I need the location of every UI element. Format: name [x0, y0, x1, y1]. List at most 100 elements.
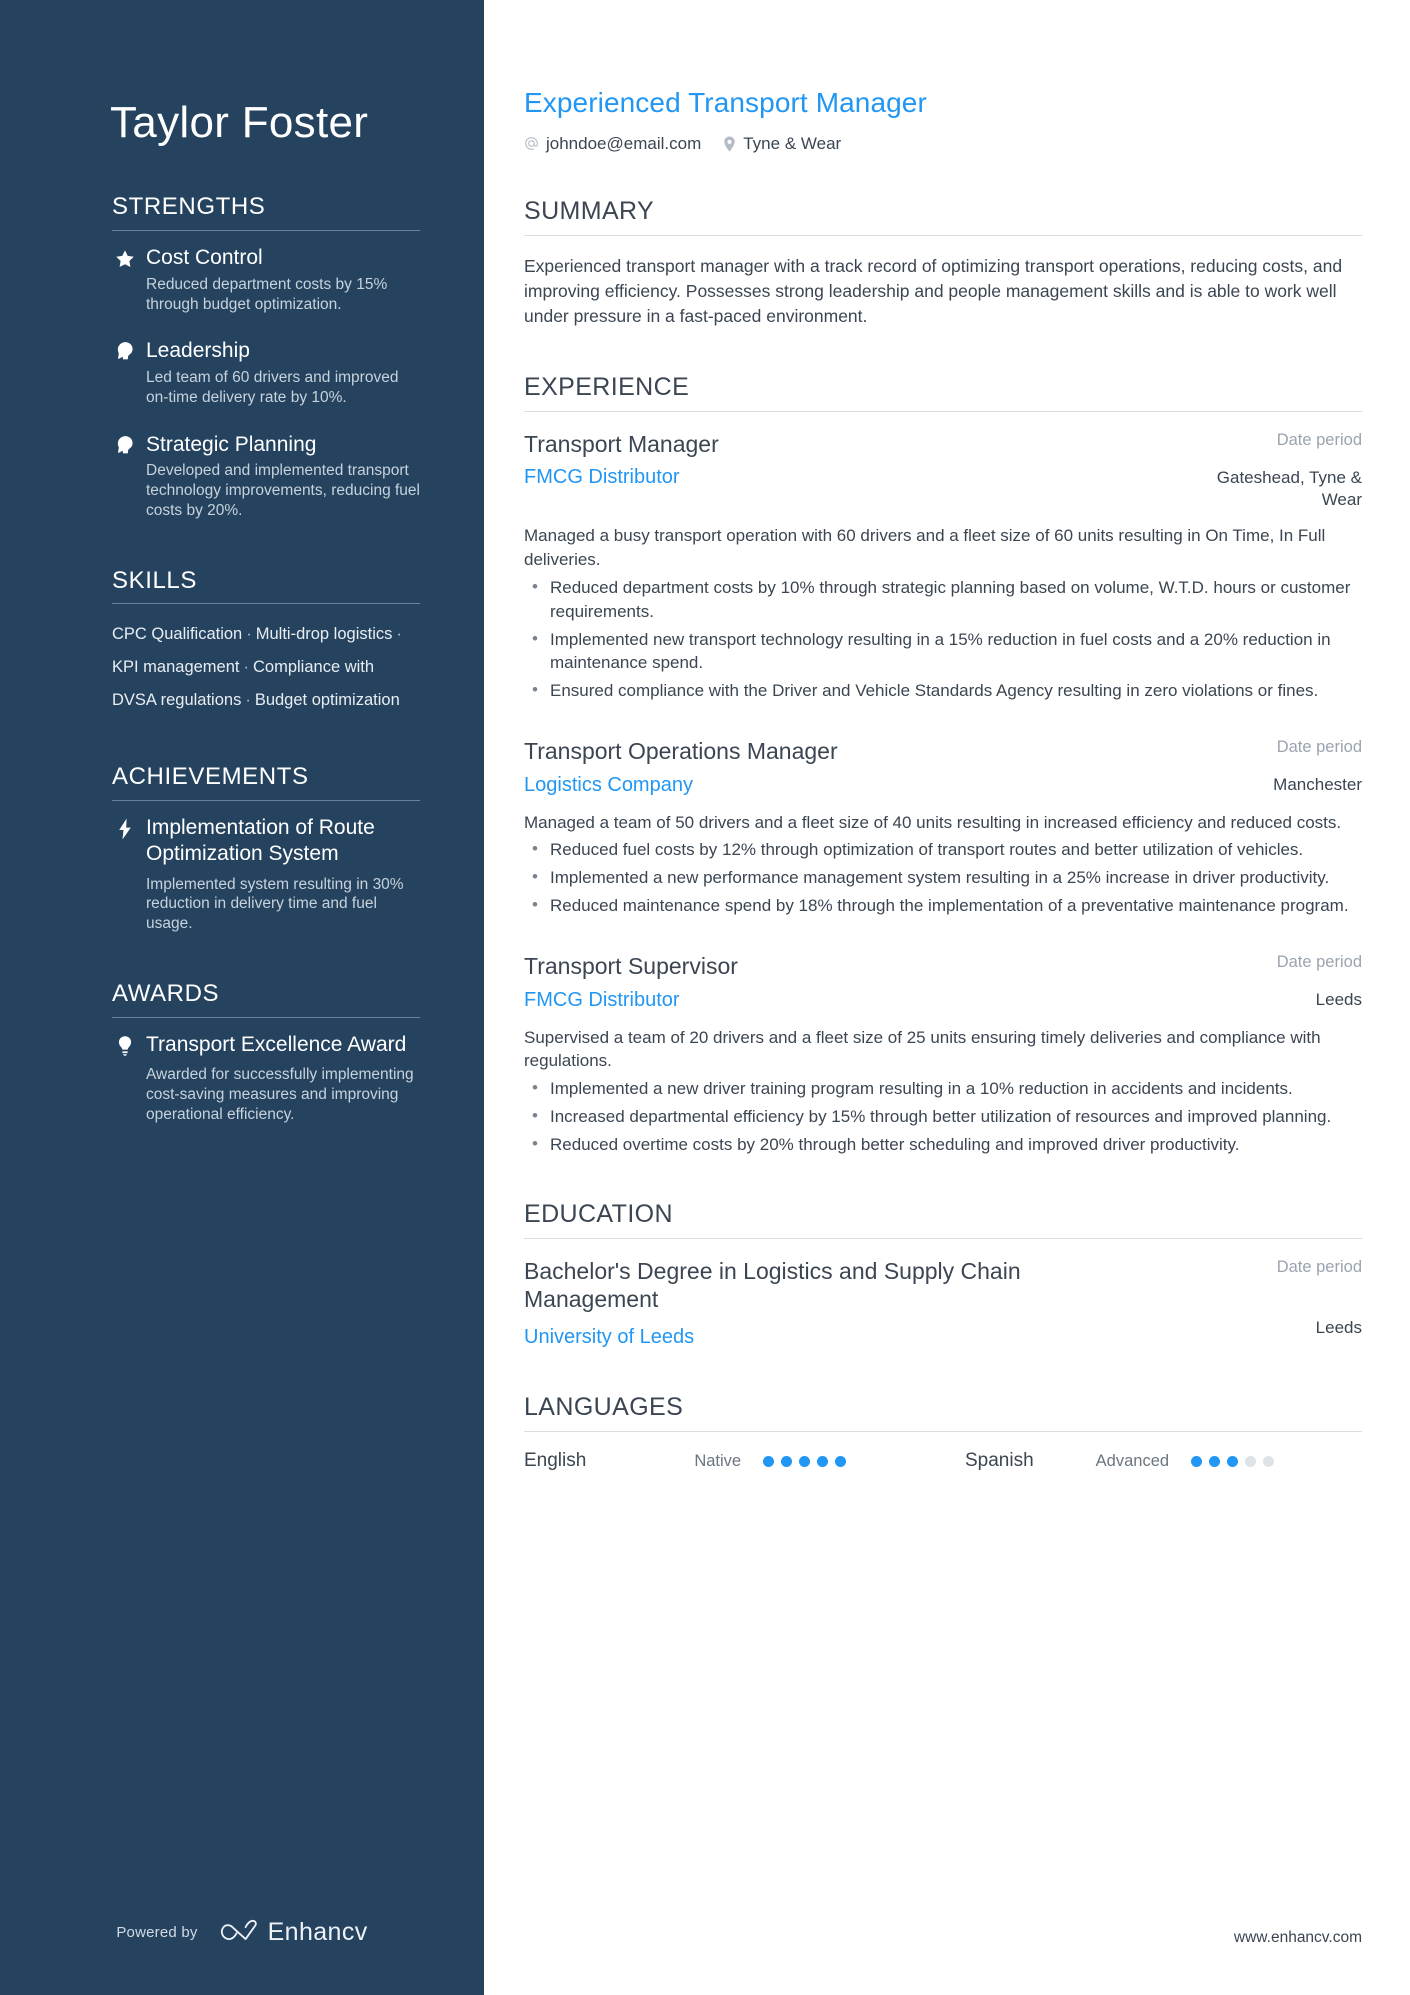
section-achievements: ACHIEVEMENTS Implementation of Route Opt… [112, 763, 420, 934]
strength-desc: Developed and implemented transport tech… [146, 462, 420, 519]
contact-location: Tyne & Wear [723, 134, 841, 154]
section-awards: AWARDS Transport Excellence Award Awarde… [112, 980, 420, 1125]
summary-heading: SUMMARY [524, 196, 655, 225]
skill-item: KPI management [112, 658, 240, 677]
enhancv-infinity-logo [216, 1918, 258, 1947]
bullet-item: Reduced department costs by 10% through … [524, 575, 1362, 624]
rating-dot [763, 1455, 775, 1467]
language-level: Advanced [1095, 1451, 1170, 1470]
divider [524, 410, 1362, 412]
achievements-heading: ACHIEVEMENTS [112, 763, 309, 791]
section-strengths: STRENGTHS Cost Control Reduced departmen… [112, 193, 420, 520]
language-item: English Native [524, 1450, 943, 1472]
bullet-item: Ensured compliance with the Driver and V… [524, 678, 1362, 703]
job-location: Gateshead, Tyne & Wear [1216, 468, 1362, 510]
school-name[interactable]: University of Leeds [524, 1324, 1084, 1350]
skill-separator: · [246, 625, 252, 644]
strength-item: Leadership Led team of 60 drivers and im… [112, 338, 420, 407]
job-company[interactable]: FMCG Distributor [524, 464, 1084, 490]
education-item: Bachelor's Degree in Logistics and Suppl… [524, 1257, 1362, 1351]
rating-dot [799, 1455, 811, 1467]
divider [112, 603, 420, 605]
section-languages: LANGUAGES English Native Spanish Advance… [524, 1392, 1362, 1472]
bullet-item: Implemented a new performance management… [524, 865, 1362, 890]
resume-page: Taylor Foster STRENGTHS Cost Control Red… [0, 0, 1410, 1995]
candidate-name: Taylor Foster [110, 98, 369, 147]
rating-dot [1191, 1455, 1203, 1467]
job-summary: Managed a busy transport operation with … [524, 526, 1326, 570]
language-level: Native [694, 1451, 742, 1470]
job-summary: Managed a team of 50 drivers and a fleet… [524, 812, 1342, 832]
language-item: Spanish Advanced [943, 1450, 1362, 1472]
skill-separator: · [396, 625, 402, 644]
divider [524, 1237, 1362, 1239]
skill-separator: · [245, 691, 251, 710]
bullet-item: Implemented a new driver training progra… [524, 1076, 1362, 1101]
job-date: Date period [1276, 952, 1362, 971]
language-name: English [524, 1450, 587, 1472]
rating-dot [1227, 1455, 1239, 1467]
rating-dot [1245, 1455, 1257, 1467]
summary-text: Experienced transport manager with a tra… [524, 255, 1343, 327]
divider [112, 1016, 420, 1018]
achievement-item: Implementation of Route Optimization Sys… [112, 815, 420, 934]
section-summary: SUMMARY Experienced transport manager wi… [524, 196, 1362, 330]
job-company[interactable]: Logistics Company [524, 772, 1084, 798]
award-item: Transport Excellence Award Awarded for s… [112, 1032, 420, 1125]
awards-heading: AWARDS [112, 979, 220, 1007]
enhancv-wordmark: Enhancv [267, 1918, 368, 1946]
divider [112, 800, 420, 802]
job-bullets: Reduced fuel costs by 12% through optimi… [524, 837, 1362, 918]
rating-dot [1209, 1455, 1221, 1467]
sidebar-footer: Powered by Enhancv [0, 1918, 484, 1947]
language-rating-dots [1191, 1455, 1275, 1467]
section-skills: SKILLS CPC Qualification · Multi-drop log… [112, 567, 420, 718]
strength-item: Cost Control Reduced department costs by… [112, 245, 420, 314]
enhancv-logo: Enhancv [216, 1918, 368, 1947]
contact-row: johndoe@email.com Tyne & Wear [524, 134, 1362, 154]
strength-desc: Reduced department costs by 15% through … [146, 275, 388, 313]
experience-item: Transport Supervisor FMCG Distributor Da… [524, 952, 1362, 1157]
skills-list: CPC Qualification · Multi-drop logistics ·… [112, 618, 420, 717]
main-content: Experienced Transport Manager johndoe@em… [484, 0, 1410, 1995]
education-heading: EDUCATION [524, 1199, 673, 1228]
rating-dot [835, 1455, 847, 1467]
skill-separator: · [243, 658, 250, 677]
skill-item: Multi-drop logistics [255, 625, 393, 644]
job-date: Date period [1276, 737, 1362, 756]
bullet-item: Increased departmental efficiency by 15%… [524, 1104, 1362, 1129]
powered-by-label: Powered by [116, 1924, 198, 1941]
contact-email[interactable]: johndoe@email.com [524, 134, 701, 154]
section-education: EDUCATION Bachelor's Degree in Logistics… [524, 1199, 1362, 1351]
strength-desc: Led team of 60 drivers and improved on-t… [146, 368, 399, 406]
achievement-title: Implementation of Route Optimization Sys… [146, 816, 375, 865]
languages-row: English Native Spanish Advanced [524, 1450, 1362, 1472]
degree-title: Bachelor's Degree in Logistics and Suppl… [524, 1257, 1021, 1313]
head-idea-icon [112, 435, 138, 457]
languages-heading: LANGUAGES [524, 1393, 684, 1422]
strength-item: Strategic Planning Developed and impleme… [112, 432, 420, 521]
website-url: www.enhancv.com [1233, 1929, 1362, 1946]
job-title: Transport Supervisor [524, 952, 738, 979]
bullet-item: Implemented new transport technology res… [524, 627, 1362, 676]
job-summary: Supervised a team of 20 drivers and a fl… [524, 1027, 1321, 1071]
strength-title: Leadership [146, 339, 250, 363]
language-rating-dots [763, 1455, 847, 1467]
award-desc: Awarded for successfully implementing co… [146, 1066, 414, 1124]
job-date: Date period [1276, 430, 1362, 449]
bullet-item: Reduced maintenance spend by 18% through… [524, 893, 1362, 918]
location-text: Tyne & Wear [743, 133, 842, 153]
rating-dot [817, 1455, 829, 1467]
job-bullets: Implemented a new driver training progra… [524, 1076, 1362, 1157]
language-name: Spanish [965, 1450, 1034, 1472]
bullet-item: Reduced overtime costs by 20% through be… [524, 1132, 1362, 1157]
job-title: Transport Manager [524, 430, 719, 457]
experience-item: Transport Manager FMCG Distributor Date … [524, 430, 1362, 703]
strength-title: Strategic Planning [146, 432, 317, 456]
at-sign-icon [524, 136, 539, 151]
education-date: Date period [1276, 1257, 1362, 1276]
job-company[interactable]: FMCG Distributor [524, 987, 1084, 1013]
education-location: Leeds [1315, 1318, 1362, 1338]
star-icon [112, 248, 138, 270]
lightning-bolt-icon [112, 818, 138, 840]
